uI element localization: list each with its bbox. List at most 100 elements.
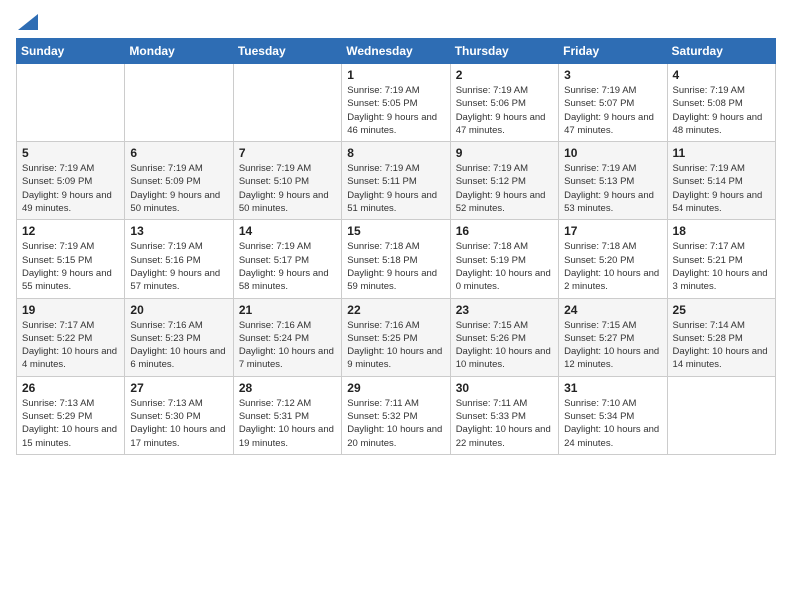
day-number: 31: [564, 381, 661, 395]
calendar-cell: [17, 64, 125, 142]
calendar-cell: 14 Sunrise: 7:19 AM Sunset: 5:17 PM Dayli…: [233, 220, 341, 298]
calendar-cell: 15 Sunrise: 7:18 AM Sunset: 5:18 PM Dayli…: [342, 220, 450, 298]
day-number: 25: [673, 303, 770, 317]
day-number: 18: [673, 224, 770, 238]
calendar-cell: 3Sunrise: 7:19 AM Sunset: 5:07 PM Daylig…: [559, 64, 667, 142]
day-info: Sunrise: 7:13 AM Sunset: 5:29 PM Dayligh…: [22, 397, 119, 450]
calendar-cell: 31 Sunrise: 7:10 AM Sunset: 5:34 PM Dayli…: [559, 376, 667, 454]
calendar-cell: 2 Sunrise: 7:19 AM Sunset: 5:06 PM Daylig…: [450, 64, 558, 142]
day-number: 5: [22, 146, 119, 160]
day-info: Sunrise: 7:19 AM Sunset: 5:13 PM Dayligh…: [564, 162, 661, 215]
day-info: Sunrise: 7:18 AM Sunset: 5:18 PM Dayligh…: [347, 240, 444, 293]
day-info: Sunrise: 7:19 AM Sunset: 5:16 PM Dayligh…: [130, 240, 227, 293]
day-number: 26: [22, 381, 119, 395]
day-number: 19: [22, 303, 119, 317]
calendar-cell: 7 Sunrise: 7:19 AM Sunset: 5:10 PM Daylig…: [233, 142, 341, 220]
weekday-header-friday: Friday: [559, 39, 667, 64]
calendar-cell: 4 Sunrise: 7:19 AM Sunset: 5:08 PM Daylig…: [667, 64, 775, 142]
day-number: 11: [673, 146, 770, 160]
calendar-table: SundayMondayTuesdayWednesdayThursdayFrid…: [16, 38, 776, 455]
day-info: Sunrise: 7:19 AM Sunset: 5:08 PM Dayligh…: [673, 84, 770, 137]
day-number: 14: [239, 224, 336, 238]
day-info: Sunrise: 7:13 AM Sunset: 5:30 PM Dayligh…: [130, 397, 227, 450]
day-info: Sunrise: 7:19 AM Sunset: 5:12 PM Dayligh…: [456, 162, 553, 215]
day-number: 7: [239, 146, 336, 160]
day-number: 2: [456, 68, 553, 82]
day-number: 4: [673, 68, 770, 82]
day-info: Sunrise: 7:17 AM Sunset: 5:22 PM Dayligh…: [22, 319, 119, 372]
day-info: Sunrise: 7:19 AM Sunset: 5:15 PM Dayligh…: [22, 240, 119, 293]
day-number: 1: [347, 68, 444, 82]
day-number: 8: [347, 146, 444, 160]
day-info: Sunrise: 7:16 AM Sunset: 5:24 PM Dayligh…: [239, 319, 336, 372]
calendar-cell: 27 Sunrise: 7:13 AM Sunset: 5:30 PM Dayli…: [125, 376, 233, 454]
day-number: 10: [564, 146, 661, 160]
calendar-cell: [125, 64, 233, 142]
page: SundayMondayTuesdayWednesdayThursdayFrid…: [0, 0, 792, 612]
day-number: 15: [347, 224, 444, 238]
calendar-cell: 6 Sunrise: 7:19 AM Sunset: 5:09 PM Daylig…: [125, 142, 233, 220]
day-info: Sunrise: 7:19 AM Sunset: 5:06 PM Dayligh…: [456, 84, 553, 137]
day-number: 6: [130, 146, 227, 160]
calendar-cell: 5 Sunrise: 7:19 AM Sunset: 5:09 PM Daylig…: [17, 142, 125, 220]
day-number: 22: [347, 303, 444, 317]
day-number: 20: [130, 303, 227, 317]
calendar-cell: 20 Sunrise: 7:16 AM Sunset: 5:23 PM Dayli…: [125, 298, 233, 376]
calendar-cell: 17 Sunrise: 7:18 AM Sunset: 5:20 PM Dayli…: [559, 220, 667, 298]
calendar-week-3: 12 Sunrise: 7:19 AM Sunset: 5:15 PM Dayli…: [17, 220, 776, 298]
logo-icon: [18, 14, 38, 30]
calendar-week-4: 19 Sunrise: 7:17 AM Sunset: 5:22 PM Dayli…: [17, 298, 776, 376]
weekday-header-wednesday: Wednesday: [342, 39, 450, 64]
day-info: Sunrise: 7:19 AM Sunset: 5:17 PM Dayligh…: [239, 240, 336, 293]
calendar-cell: 1 Sunrise: 7:19 AM Sunset: 5:05 PM Daylig…: [342, 64, 450, 142]
day-number: 12: [22, 224, 119, 238]
day-info: Sunrise: 7:10 AM Sunset: 5:34 PM Dayligh…: [564, 397, 661, 450]
day-number: 13: [130, 224, 227, 238]
calendar-cell: 18 Sunrise: 7:17 AM Sunset: 5:21 PM Dayli…: [667, 220, 775, 298]
calendar-cell: 8 Sunrise: 7:19 AM Sunset: 5:11 PM Daylig…: [342, 142, 450, 220]
day-number: 3: [564, 68, 661, 82]
calendar-cell: 22Sunrise: 7:16 AM Sunset: 5:25 PM Dayli…: [342, 298, 450, 376]
calendar-cell: 13 Sunrise: 7:19 AM Sunset: 5:16 PM Dayli…: [125, 220, 233, 298]
day-info: Sunrise: 7:17 AM Sunset: 5:21 PM Dayligh…: [673, 240, 770, 293]
day-info: Sunrise: 7:14 AM Sunset: 5:28 PM Dayligh…: [673, 319, 770, 372]
day-number: 16: [456, 224, 553, 238]
day-info: Sunrise: 7:18 AM Sunset: 5:20 PM Dayligh…: [564, 240, 661, 293]
calendar-cell: 29 Sunrise: 7:11 AM Sunset: 5:32 PM Dayli…: [342, 376, 450, 454]
day-info: Sunrise: 7:16 AM Sunset: 5:23 PM Dayligh…: [130, 319, 227, 372]
day-info: Sunrise: 7:19 AM Sunset: 5:05 PM Dayligh…: [347, 84, 444, 137]
day-number: 28: [239, 381, 336, 395]
calendar-cell: 28 Sunrise: 7:12 AM Sunset: 5:31 PM Dayli…: [233, 376, 341, 454]
calendar-cell: 10 Sunrise: 7:19 AM Sunset: 5:13 PM Dayli…: [559, 142, 667, 220]
day-info: Sunrise: 7:19 AM Sunset: 5:09 PM Dayligh…: [22, 162, 119, 215]
day-number: 17: [564, 224, 661, 238]
day-info: Sunrise: 7:19 AM Sunset: 5:11 PM Dayligh…: [347, 162, 444, 215]
day-info: Sunrise: 7:11 AM Sunset: 5:32 PM Dayligh…: [347, 397, 444, 450]
weekday-header-monday: Monday: [125, 39, 233, 64]
day-info: Sunrise: 7:15 AM Sunset: 5:27 PM Dayligh…: [564, 319, 661, 372]
calendar-cell: 24 Sunrise: 7:15 AM Sunset: 5:27 PM Dayli…: [559, 298, 667, 376]
calendar-cell: 12 Sunrise: 7:19 AM Sunset: 5:15 PM Dayli…: [17, 220, 125, 298]
day-info: Sunrise: 7:19 AM Sunset: 5:10 PM Dayligh…: [239, 162, 336, 215]
weekday-header-sunday: Sunday: [17, 39, 125, 64]
day-number: 29: [347, 381, 444, 395]
calendar-week-2: 5 Sunrise: 7:19 AM Sunset: 5:09 PM Daylig…: [17, 142, 776, 220]
day-info: Sunrise: 7:19 AM Sunset: 5:09 PM Dayligh…: [130, 162, 227, 215]
calendar-cell: 16Sunrise: 7:18 AM Sunset: 5:19 PM Dayli…: [450, 220, 558, 298]
calendar-week-5: 26 Sunrise: 7:13 AM Sunset: 5:29 PM Dayli…: [17, 376, 776, 454]
weekday-header-saturday: Saturday: [667, 39, 775, 64]
calendar-cell: 11 Sunrise: 7:19 AM Sunset: 5:14 PM Dayli…: [667, 142, 775, 220]
day-info: Sunrise: 7:15 AM Sunset: 5:26 PM Dayligh…: [456, 319, 553, 372]
day-info: Sunrise: 7:11 AM Sunset: 5:33 PM Dayligh…: [456, 397, 553, 450]
day-number: 9: [456, 146, 553, 160]
weekday-header-thursday: Thursday: [450, 39, 558, 64]
day-number: 27: [130, 381, 227, 395]
day-number: 24: [564, 303, 661, 317]
calendar-cell: [233, 64, 341, 142]
day-info: Sunrise: 7:19 AM Sunset: 5:14 PM Dayligh…: [673, 162, 770, 215]
weekday-header-tuesday: Tuesday: [233, 39, 341, 64]
day-info: Sunrise: 7:12 AM Sunset: 5:31 PM Dayligh…: [239, 397, 336, 450]
calendar-cell: 30 Sunrise: 7:11 AM Sunset: 5:33 PM Dayli…: [450, 376, 558, 454]
day-number: 30: [456, 381, 553, 395]
calendar-cell: 9 Sunrise: 7:19 AM Sunset: 5:12 PM Daylig…: [450, 142, 558, 220]
